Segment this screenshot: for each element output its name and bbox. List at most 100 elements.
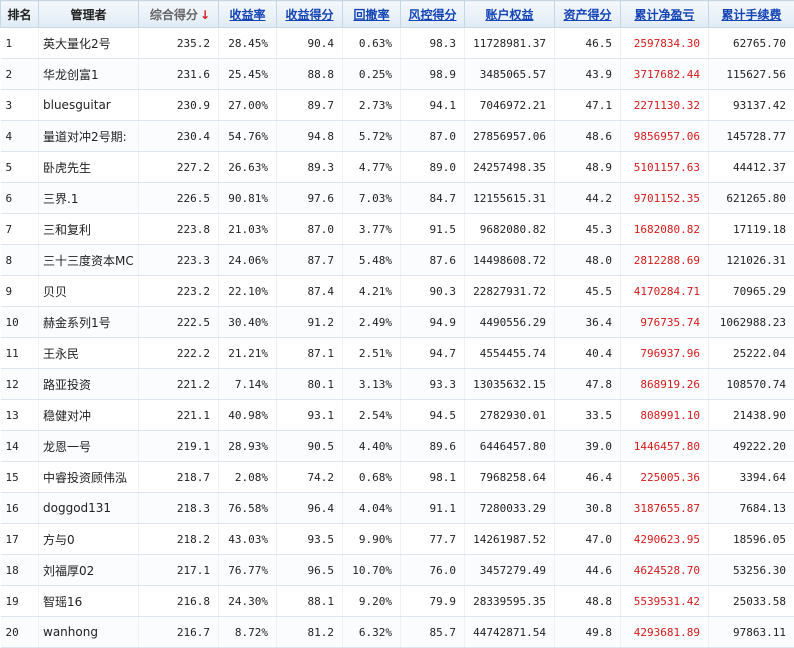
manager-name: 中睿投资顾伟泓 xyxy=(39,462,139,493)
asset-score-cell: 48.6 xyxy=(555,121,621,152)
fees-cell: 97863.11 xyxy=(709,617,794,648)
sort-down-icon: ↓ xyxy=(200,8,210,22)
return-score-cell: 87.7 xyxy=(277,245,343,276)
equity-cell: 7046972.21 xyxy=(465,90,555,121)
table-row: 12路亚投资221.27.14%80.13.13%93.313035632.15… xyxy=(1,369,794,400)
table-row: 2华龙创富1231.625.45%88.80.25%98.93485065.57… xyxy=(1,59,794,90)
asset-score-header[interactable]: 资产得分 xyxy=(555,1,621,28)
fees-cell: 25033.58 xyxy=(709,586,794,617)
return-rate-header[interactable]: 收益率 xyxy=(219,1,277,28)
composite-score-header[interactable]: 综合得分↓ xyxy=(139,1,219,28)
drawdown-cell: 2.54% xyxy=(343,400,401,431)
net-profit-cell: 4290623.95 xyxy=(621,524,709,555)
table-row: 18刘福厚02217.176.77%96.510.70%76.03457279.… xyxy=(1,555,794,586)
risk-score-cell: 94.9 xyxy=(401,307,465,338)
net-profit-cell: 5539531.42 xyxy=(621,586,709,617)
risk-score-cell: 94.7 xyxy=(401,338,465,369)
composite-score-cell: 221.1 xyxy=(139,400,219,431)
return-score-cell: 89.7 xyxy=(277,90,343,121)
net-profit-cell: 9856957.06 xyxy=(621,121,709,152)
asset-score-cell: 39.0 xyxy=(555,431,621,462)
net-profit-cell: 4293681.89 xyxy=(621,617,709,648)
risk-score-cell: 77.7 xyxy=(401,524,465,555)
net-profit-cell: 3717682.44 xyxy=(621,59,709,90)
risk-score-cell: 90.3 xyxy=(401,276,465,307)
composite-score-cell: 223.8 xyxy=(139,214,219,245)
asset-score-cell: 44.6 xyxy=(555,555,621,586)
fees-header[interactable]: 累计手续费 xyxy=(709,1,794,28)
drawdown-cell: 5.72% xyxy=(343,121,401,152)
return-score-cell: 87.4 xyxy=(277,276,343,307)
rank-cell: 18 xyxy=(1,555,39,586)
table-row: 16doggod131218.376.58%96.44.04%91.172800… xyxy=(1,493,794,524)
asset-score-cell: 49.8 xyxy=(555,617,621,648)
equity-cell: 11728981.37 xyxy=(465,28,555,59)
return-score-cell: 81.2 xyxy=(277,617,343,648)
drawdown-cell: 4.77% xyxy=(343,152,401,183)
asset-score-cell: 33.5 xyxy=(555,400,621,431)
asset-score-cell: 48.8 xyxy=(555,586,621,617)
composite-score-cell: 227.2 xyxy=(139,152,219,183)
return-score-cell: 87.1 xyxy=(277,338,343,369)
return-score-cell: 74.2 xyxy=(277,462,343,493)
manager-name: 三界.1 xyxy=(39,183,139,214)
fees-cell: 18596.05 xyxy=(709,524,794,555)
equity-cell: 7280033.29 xyxy=(465,493,555,524)
drawdown-cell: 2.49% xyxy=(343,307,401,338)
equity-cell: 9682080.82 xyxy=(465,214,555,245)
net-profit-cell: 4624528.70 xyxy=(621,555,709,586)
table-row: 9贝贝223.222.10%87.44.21%90.322827931.7245… xyxy=(1,276,794,307)
rank-cell: 1 xyxy=(1,28,39,59)
table-row: 7三和复利223.821.03%87.03.77%91.59682080.824… xyxy=(1,214,794,245)
equity-cell: 4490556.29 xyxy=(465,307,555,338)
net-profit-cell: 976735.74 xyxy=(621,307,709,338)
composite-score-cell: 235.2 xyxy=(139,28,219,59)
return-score-header[interactable]: 收益得分 xyxy=(277,1,343,28)
drawdown-cell: 4.40% xyxy=(343,431,401,462)
net-profit-cell: 225005.36 xyxy=(621,462,709,493)
equity-cell: 24257498.35 xyxy=(465,152,555,183)
return-rate-cell: 43.03% xyxy=(219,524,277,555)
rank-cell: 9 xyxy=(1,276,39,307)
equity-cell: 14261987.52 xyxy=(465,524,555,555)
return-score-cell: 97.6 xyxy=(277,183,343,214)
rank-cell: 8 xyxy=(1,245,39,276)
net-profit-cell: 5101157.63 xyxy=(621,152,709,183)
net-profit-header[interactable]: 累计净盈亏 xyxy=(621,1,709,28)
net-profit-cell: 2271130.32 xyxy=(621,90,709,121)
return-score-cell: 80.1 xyxy=(277,369,343,400)
net-profit-cell: 868919.26 xyxy=(621,369,709,400)
table-row: 4量道对冲2号期:230.454.76%94.85.72%87.02785695… xyxy=(1,121,794,152)
return-rate-cell: 40.98% xyxy=(219,400,277,431)
drawdown-cell: 9.20% xyxy=(343,586,401,617)
rank-cell: 2 xyxy=(1,59,39,90)
risk-score-cell: 94.5 xyxy=(401,400,465,431)
asset-score-cell: 47.1 xyxy=(555,90,621,121)
drawdown-cell: 3.77% xyxy=(343,214,401,245)
drawdown-cell: 10.70% xyxy=(343,555,401,586)
asset-score-cell: 43.9 xyxy=(555,59,621,90)
table-body: 1英大量化2号235.228.45%90.40.63%98.311728981.… xyxy=(1,28,794,648)
rank-cell: 6 xyxy=(1,183,39,214)
risk-score-header[interactable]: 风控得分 xyxy=(401,1,465,28)
drawdown-cell: 0.63% xyxy=(343,28,401,59)
asset-score-cell: 46.4 xyxy=(555,462,621,493)
composite-score-cell: 217.1 xyxy=(139,555,219,586)
return-rate-cell: 28.93% xyxy=(219,431,277,462)
risk-score-cell: 76.0 xyxy=(401,555,465,586)
return-score-cell: 90.4 xyxy=(277,28,343,59)
manager-name: 智瑶16 xyxy=(39,586,139,617)
asset-score-cell: 47.0 xyxy=(555,524,621,555)
equity-cell: 27856957.06 xyxy=(465,121,555,152)
table-row: 20wanhong216.78.72%81.26.32%85.744742871… xyxy=(1,617,794,648)
manager-name: 路亚投资 xyxy=(39,369,139,400)
table-row: 3bluesguitar230.927.00%89.72.73%94.17046… xyxy=(1,90,794,121)
return-rate-cell: 21.21% xyxy=(219,338,277,369)
equity-header[interactable]: 账户权益 xyxy=(465,1,555,28)
ranking-table: 排名 管理者 综合得分↓ 收益率 收益得分 回撤率 风控得分 账户权益 资产得分… xyxy=(0,0,794,648)
drawdown-header[interactable]: 回撤率 xyxy=(343,1,401,28)
table-row: 1英大量化2号235.228.45%90.40.63%98.311728981.… xyxy=(1,28,794,59)
return-score-cell: 88.8 xyxy=(277,59,343,90)
return-rate-cell: 8.72% xyxy=(219,617,277,648)
return-score-cell: 93.1 xyxy=(277,400,343,431)
